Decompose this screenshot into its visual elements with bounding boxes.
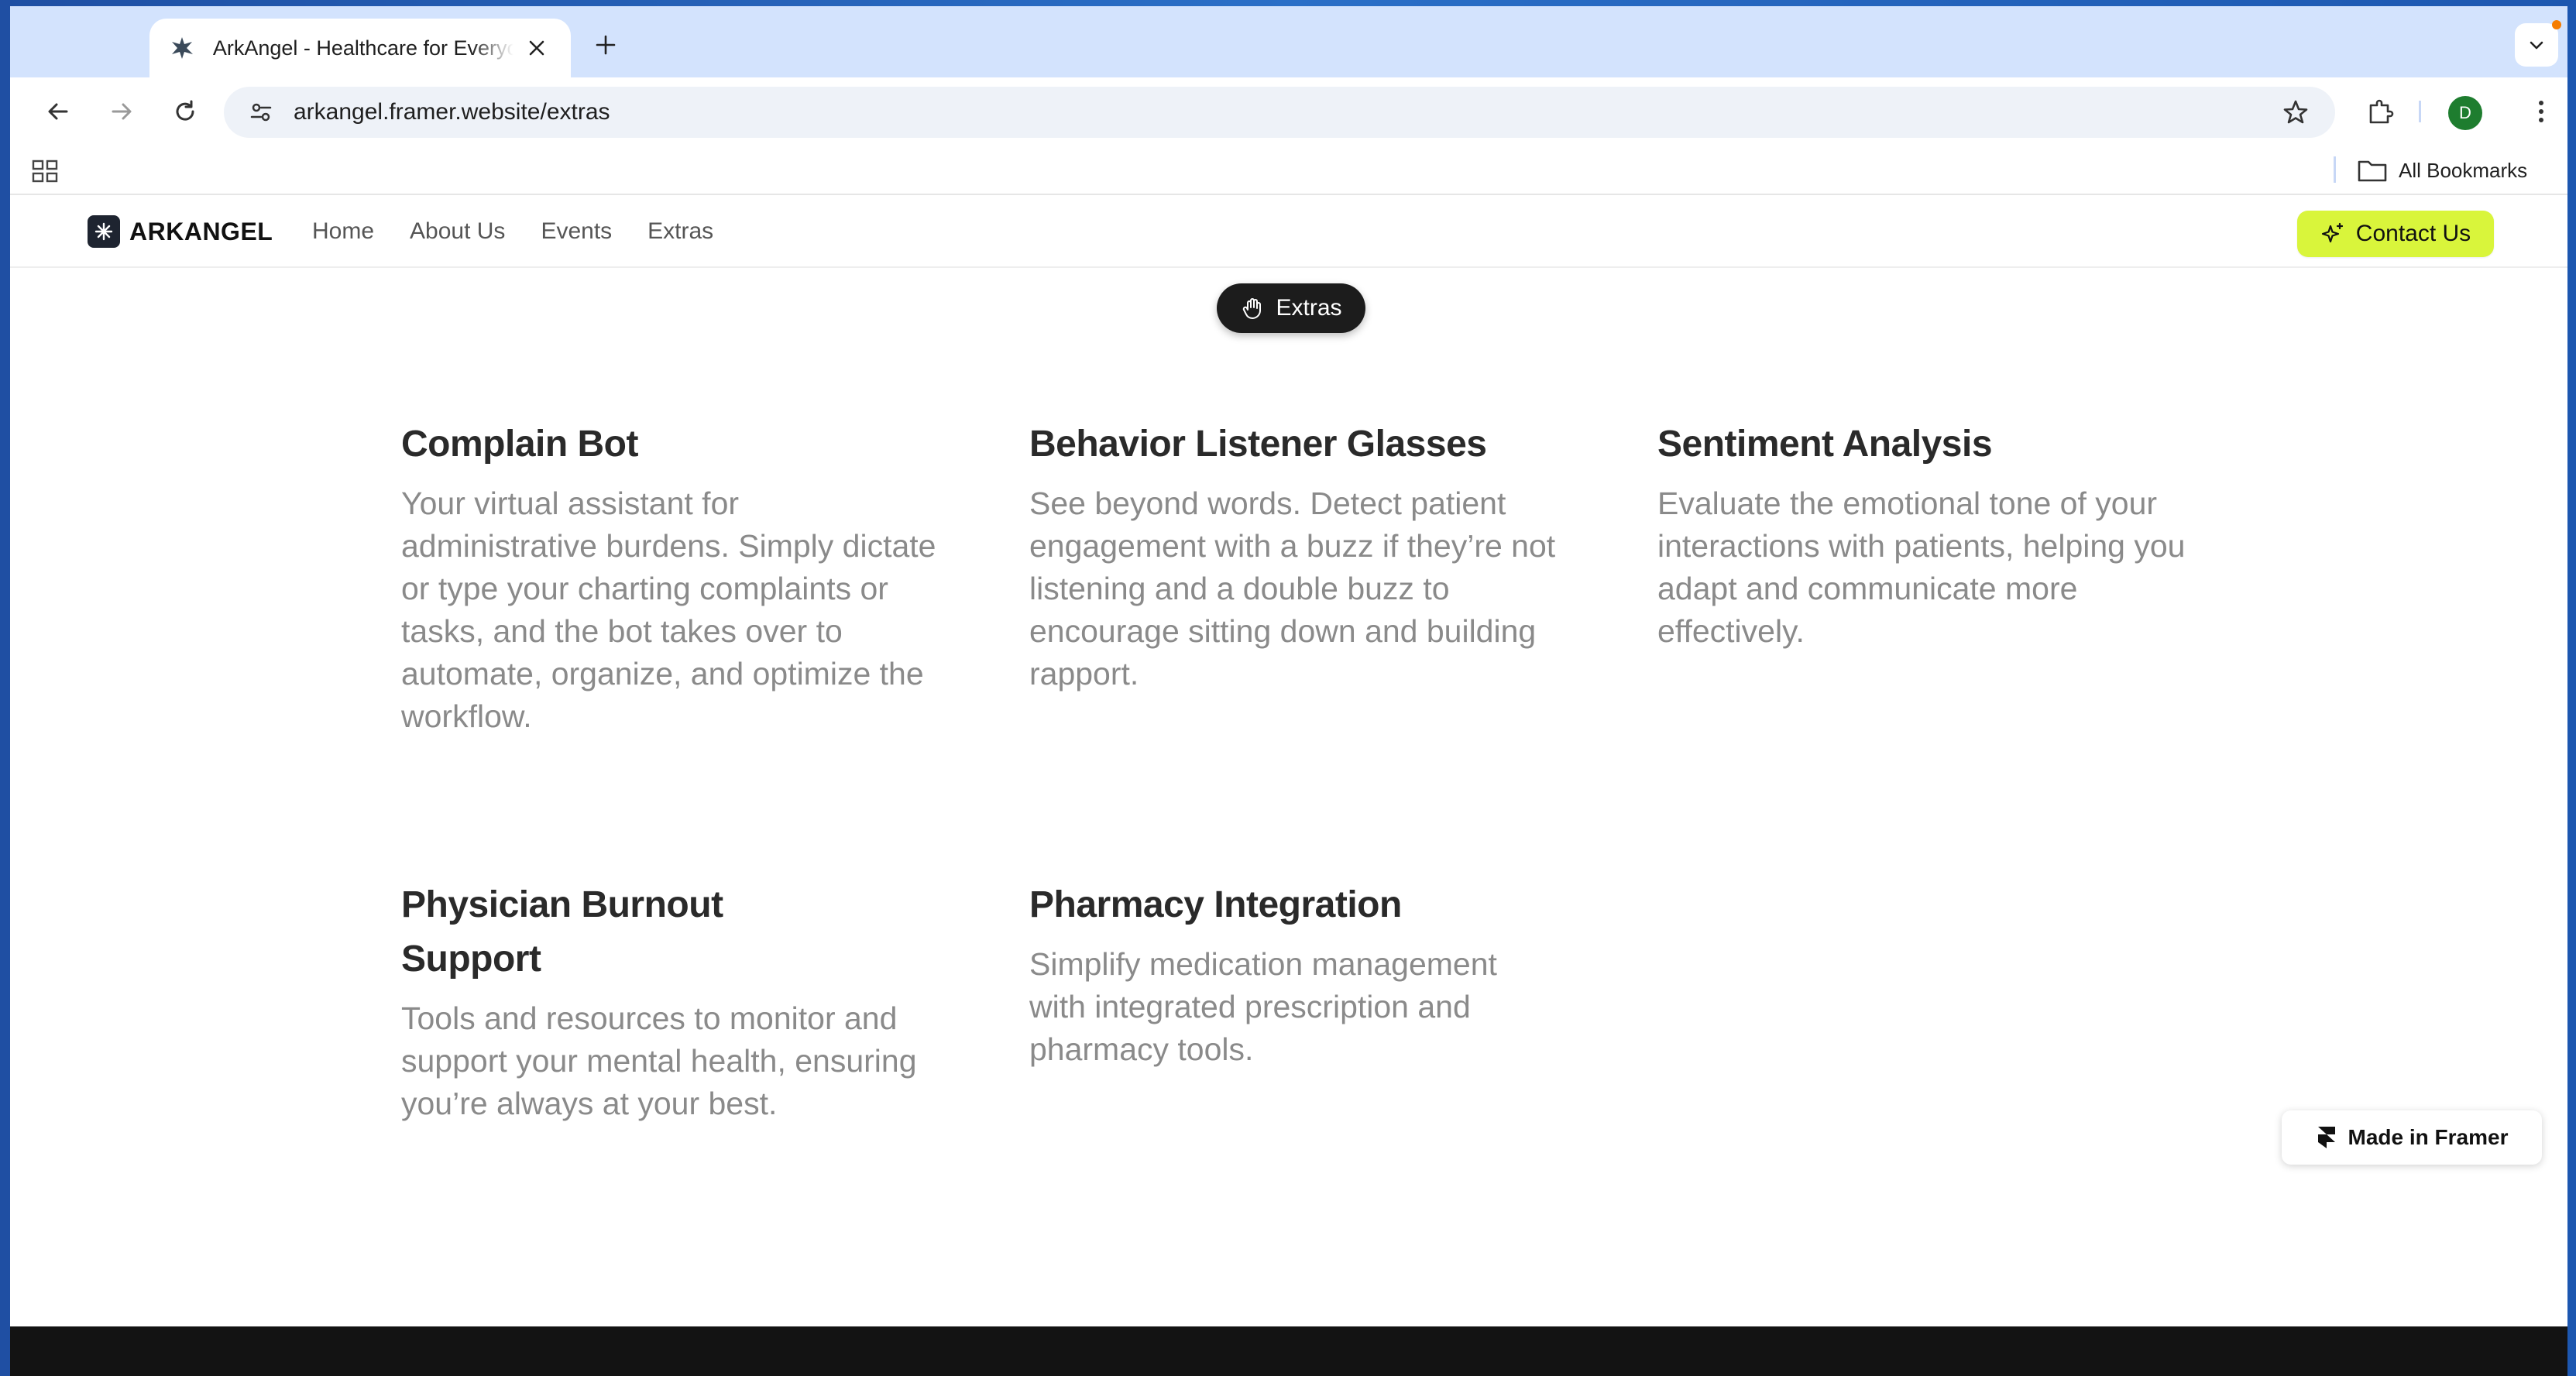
- feature-description: Tools and resources to monitor and suppo…: [401, 1000, 917, 1121]
- feature-description: Your virtual assistant for administrativ…: [401, 486, 936, 734]
- reload-button[interactable]: [163, 90, 207, 133]
- site-nav-links: Home About Us Events Extras: [312, 218, 713, 245]
- web-page: ARKANGEL Home About Us Events Extras Con…: [10, 197, 2567, 1376]
- apps-grid-icon[interactable]: [30, 156, 61, 187]
- browser-menu-button[interactable]: [2519, 90, 2563, 133]
- all-bookmarks-label: All Bookmarks: [2399, 158, 2528, 182]
- tab-strip: ArkAngel - Healthcare for Everyone: [10, 6, 2567, 77]
- more-vert-icon: [2539, 101, 2543, 122]
- all-bookmarks-button[interactable]: All Bookmarks: [2357, 155, 2527, 186]
- contact-us-label: Contact Us: [2355, 221, 2471, 246]
- site-logo[interactable]: ARKANGEL: [88, 215, 273, 248]
- feature-title: Physician Burnout Support: [401, 884, 723, 980]
- extensions-button[interactable]: [2358, 90, 2402, 133]
- hand-icon: [1243, 298, 1262, 319]
- bookmarks-bar: All Bookmarks: [10, 146, 2567, 195]
- asterisk-logo-icon: [88, 215, 120, 248]
- toolbar-divider: [2419, 101, 2421, 122]
- footer-section: [10, 1326, 2567, 1376]
- nav-link-about-us[interactable]: About Us: [410, 218, 505, 245]
- contact-us-button[interactable]: Contact Us: [2297, 211, 2494, 257]
- logo-text: ARKANGEL: [129, 217, 273, 245]
- forward-button[interactable]: [100, 90, 143, 133]
- nav-link-home[interactable]: Home: [312, 218, 374, 245]
- section-pill-extras: Extras: [1217, 283, 1365, 333]
- nav-link-extras[interactable]: Extras: [647, 218, 713, 245]
- arrow-left-icon: [48, 103, 68, 120]
- feature-title: Behavior Listener Glasses: [1029, 424, 1487, 465]
- feature-sentiment-analysis: Sentiment Analysis Evaluate the emotiona…: [1657, 417, 2200, 653]
- feature-pharmacy-integration: Pharmacy Integration Simplify medication…: [1029, 878, 1540, 1071]
- feature-title: Pharmacy Integration: [1029, 884, 1402, 925]
- reload-icon: [176, 100, 194, 121]
- feature-description: See beyond words. Detect patient engagem…: [1029, 486, 1556, 691]
- feature-title: Sentiment Analysis: [1657, 424, 1993, 465]
- browser-window: ArkAngel - Healthcare for Everyone arkan…: [10, 6, 2567, 1376]
- url-text: arkangel.framer.website/extras: [294, 99, 610, 125]
- notification-dot: [2552, 20, 2561, 29]
- arkangel-favicon-icon: [168, 34, 196, 62]
- folder-icon: [2358, 160, 2387, 182]
- feature-description: Simplify medication management with inte…: [1029, 946, 1497, 1067]
- site-header: ARKANGEL Home About Us Events Extras Con…: [10, 197, 2567, 268]
- made-in-framer-label: Made in Framer: [2348, 1125, 2509, 1149]
- made-in-framer-badge[interactable]: Made in Framer: [2282, 1110, 2542, 1165]
- bookmark-star-icon[interactable]: [2278, 94, 2313, 130]
- close-tab-icon[interactable]: [521, 33, 552, 63]
- profile-avatar[interactable]: D: [2448, 96, 2482, 130]
- section-pill-label: Extras: [1276, 295, 1342, 321]
- tab-arkangel[interactable]: ArkAngel - Healthcare for Everyone: [149, 19, 571, 77]
- framer-logo-icon: [2317, 1127, 2335, 1148]
- feature-title: Complain Bot: [401, 424, 638, 465]
- site-settings-icon[interactable]: [242, 94, 280, 131]
- bookmarks-divider: [2334, 156, 2336, 183]
- tab-title: ArkAngel - Healthcare for Everyone: [212, 36, 514, 60]
- arrow-right-icon: [112, 103, 132, 120]
- tab-search-button[interactable]: [2515, 23, 2558, 67]
- feature-complain-bot: Complain Bot Your virtual assistant for …: [401, 417, 943, 738]
- browser-toolbar: arkangel.framer.website/extras D: [10, 77, 2567, 146]
- sparkle-icon: [2321, 222, 2343, 243]
- address-bar[interactable]: arkangel.framer.website/extras: [224, 87, 2335, 138]
- feature-description: Evaluate the emotional tone of your inte…: [1657, 486, 2186, 649]
- nav-link-events[interactable]: Events: [541, 218, 612, 245]
- chevron-down-icon: [2530, 41, 2543, 50]
- feature-physician-burnout-support: Physician Burnout Support Tools and reso…: [401, 878, 943, 1125]
- back-button[interactable]: [36, 90, 80, 133]
- new-tab-icon[interactable]: [587, 26, 624, 63]
- feature-behavior-listener-glasses: Behavior Listener Glasses See beyond wor…: [1029, 417, 1579, 695]
- puzzle-icon: [2369, 99, 2394, 124]
